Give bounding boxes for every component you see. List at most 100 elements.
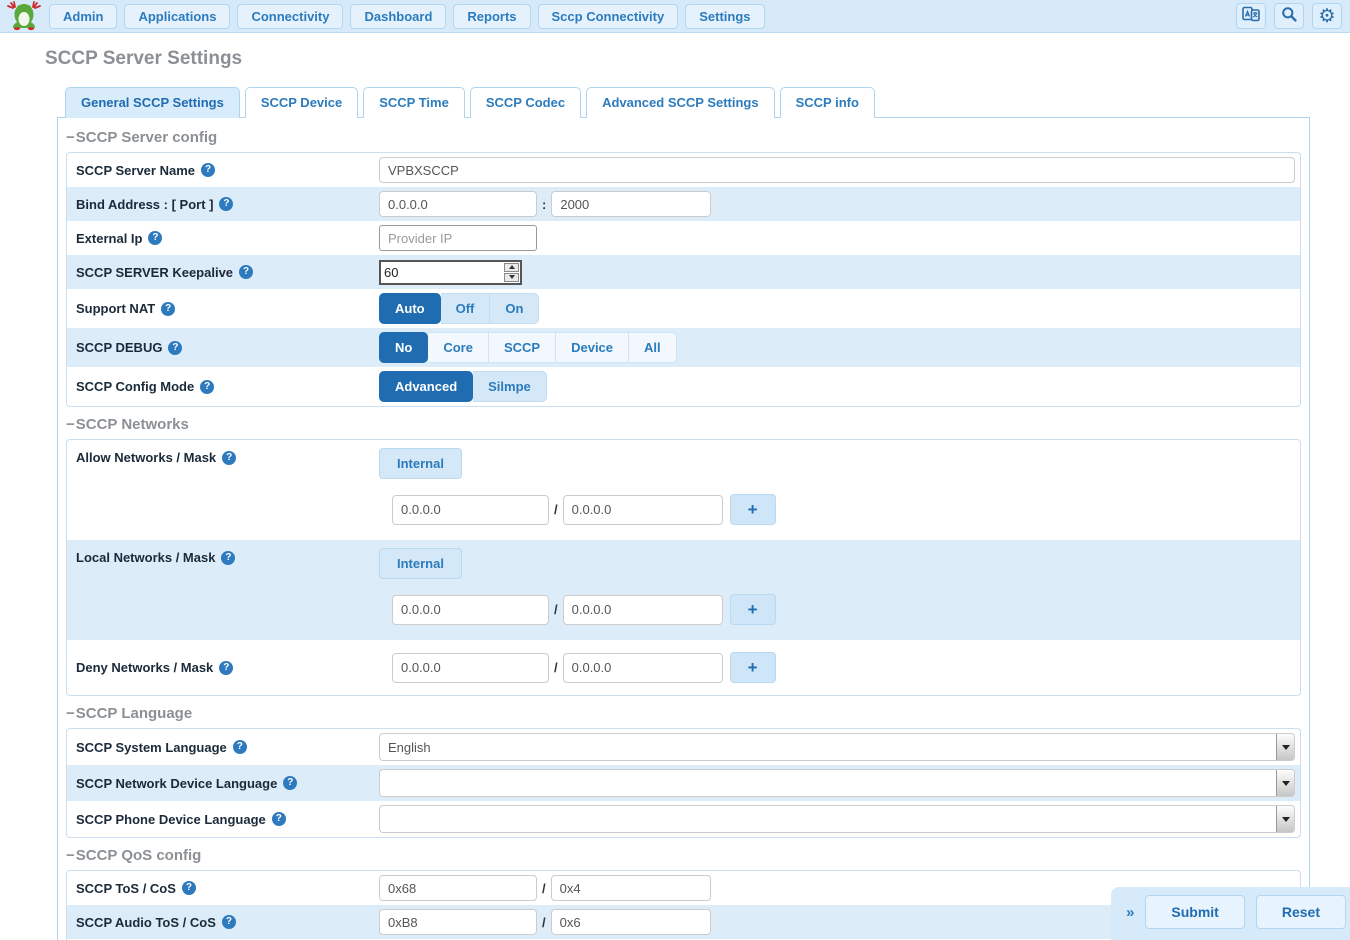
section-header-qos[interactable]: − SCCP QoS config	[66, 847, 1301, 864]
help-icon[interactable]: ?	[168, 341, 182, 355]
debug-all-button[interactable]: All	[629, 332, 677, 363]
row-network-device-language: SCCP Network Device Language ?	[67, 765, 1300, 801]
nav-item-connectivity[interactable]: Connectivity	[237, 4, 343, 29]
local-add-button[interactable]: +	[730, 594, 776, 625]
section-server-config: SCCP Server Name ? Bind Address : [ Port…	[66, 152, 1301, 407]
help-icon[interactable]: ?	[222, 451, 236, 465]
support-nat-group: Auto Off On	[379, 293, 539, 324]
nav-item-admin[interactable]: Admin	[49, 4, 117, 29]
allow-mask-input[interactable]	[563, 495, 723, 525]
help-icon[interactable]: ?	[283, 776, 297, 790]
deny-add-button[interactable]: +	[730, 652, 776, 683]
slash-separator: /	[554, 502, 558, 517]
local-internal-button[interactable]: Internal	[379, 548, 462, 579]
audio-tos-input[interactable]	[379, 909, 537, 935]
nav-item-settings[interactable]: Settings	[685, 4, 764, 29]
audio-cos-input[interactable]	[551, 909, 711, 935]
local-mask-input[interactable]	[563, 595, 723, 625]
field-label: Support NAT	[76, 301, 155, 316]
bind-address-input[interactable]	[379, 191, 537, 217]
tab-sccp-time[interactable]: SCCP Time	[363, 87, 465, 118]
phone-device-language-select[interactable]	[379, 805, 1295, 833]
nav-item-sccp-connectivity[interactable]: Sccp Connectivity	[538, 4, 679, 29]
row-local-networks: Local Networks / Mask ? Internal / +	[67, 540, 1300, 640]
system-language-select[interactable]: English	[379, 733, 1295, 761]
collapse-icon: −	[66, 847, 75, 864]
help-icon[interactable]: ?	[239, 265, 253, 279]
help-icon[interactable]: ?	[201, 163, 215, 177]
nav-item-applications[interactable]: Applications	[124, 4, 230, 29]
row-external-ip: External Ip ?	[67, 221, 1300, 255]
section-header-server-config[interactable]: − SCCP Server config	[66, 129, 1301, 146]
external-ip-input[interactable]	[379, 225, 537, 251]
nat-off-button[interactable]: Off	[441, 293, 491, 324]
network-device-language-select[interactable]	[379, 769, 1295, 797]
selected-value	[380, 770, 396, 796]
debug-core-button[interactable]: Core	[428, 332, 489, 363]
row-support-nat: Support NAT ? Auto Off On	[67, 289, 1300, 328]
section-header-networks[interactable]: − SCCP Networks	[66, 416, 1301, 433]
nat-auto-button[interactable]: Auto	[379, 293, 441, 324]
selected-value: English	[380, 734, 439, 760]
nat-on-button[interactable]: On	[490, 293, 539, 324]
help-icon[interactable]: ?	[148, 231, 162, 245]
tab-general-sccp-settings[interactable]: General SCCP Settings	[65, 87, 240, 118]
frog-logo[interactable]	[6, 1, 42, 31]
debug-sccp-button[interactable]: SCCP	[489, 332, 556, 363]
tos-input[interactable]	[379, 875, 537, 901]
submit-button[interactable]: Submit	[1145, 895, 1244, 929]
row-phone-device-language: SCCP Phone Device Language ?	[67, 801, 1300, 837]
field-label: SCCP Server Name	[76, 163, 195, 178]
language-button[interactable]	[1236, 3, 1266, 29]
tab-advanced-sccp-settings[interactable]: Advanced SCCP Settings	[586, 87, 775, 118]
dropdown-arrow-icon	[1276, 806, 1294, 832]
deny-network-input[interactable]	[392, 653, 549, 683]
row-sccp-debug: SCCP DEBUG ? No Core SCCP Device All	[67, 328, 1300, 367]
field-label: SCCP Phone Device Language	[76, 812, 266, 827]
colon-separator: :	[542, 197, 546, 212]
allow-network-input[interactable]	[392, 495, 549, 525]
help-icon[interactable]: ?	[221, 551, 235, 565]
section-title: SCCP QoS config	[76, 847, 202, 864]
local-network-input[interactable]	[392, 595, 549, 625]
nav-item-dashboard[interactable]: Dashboard	[350, 4, 446, 29]
help-icon[interactable]: ?	[182, 881, 196, 895]
debug-device-button[interactable]: Device	[556, 332, 629, 363]
tab-sccp-codec[interactable]: SCCP Codec	[470, 87, 581, 118]
keepalive-input[interactable]	[381, 262, 503, 283]
collapse-actionbar-icon[interactable]: »	[1126, 904, 1134, 921]
row-system-language: SCCP System Language ? English	[67, 729, 1300, 765]
cos-input[interactable]	[551, 875, 711, 901]
mode-advanced-button[interactable]: Advanced	[379, 371, 473, 402]
section-language: SCCP System Language ? English SCCP Netw…	[66, 728, 1301, 838]
help-icon[interactable]: ?	[222, 915, 236, 929]
allow-internal-button[interactable]: Internal	[379, 448, 462, 479]
config-mode-group: Advanced Silmpe	[379, 371, 547, 402]
collapse-icon: −	[66, 129, 75, 146]
field-label: SCCP SERVER Keepalive	[76, 265, 233, 280]
section-header-language[interactable]: − SCCP Language	[66, 705, 1301, 722]
help-icon[interactable]: ?	[272, 812, 286, 826]
stepper-up-icon[interactable]	[504, 263, 519, 272]
debug-no-button[interactable]: No	[379, 332, 428, 363]
page-title: SCCP Server Settings	[45, 48, 1350, 70]
deny-mask-input[interactable]	[563, 653, 723, 683]
help-icon[interactable]: ?	[161, 302, 175, 316]
reset-button[interactable]: Reset	[1256, 895, 1346, 929]
settings-button[interactable]: ⚙	[1312, 3, 1342, 29]
help-icon[interactable]: ?	[219, 197, 233, 211]
tab-content-panel: − SCCP Server config SCCP Server Name ? …	[57, 117, 1310, 940]
allow-add-button[interactable]: +	[730, 494, 776, 525]
tab-sccp-info[interactable]: SCCP info	[780, 87, 875, 118]
stepper-down-icon[interactable]	[504, 273, 519, 282]
server-name-input[interactable]	[379, 157, 1295, 183]
search-button[interactable]	[1274, 3, 1304, 29]
row-server-name: SCCP Server Name ?	[67, 153, 1300, 187]
help-icon[interactable]: ?	[219, 661, 233, 675]
mode-simple-button[interactable]: Silmpe	[473, 371, 547, 402]
help-icon[interactable]: ?	[200, 380, 214, 394]
tab-sccp-device[interactable]: SCCP Device	[245, 87, 358, 118]
bind-port-input[interactable]	[551, 191, 711, 217]
help-icon[interactable]: ?	[233, 740, 247, 754]
nav-item-reports[interactable]: Reports	[453, 4, 530, 29]
